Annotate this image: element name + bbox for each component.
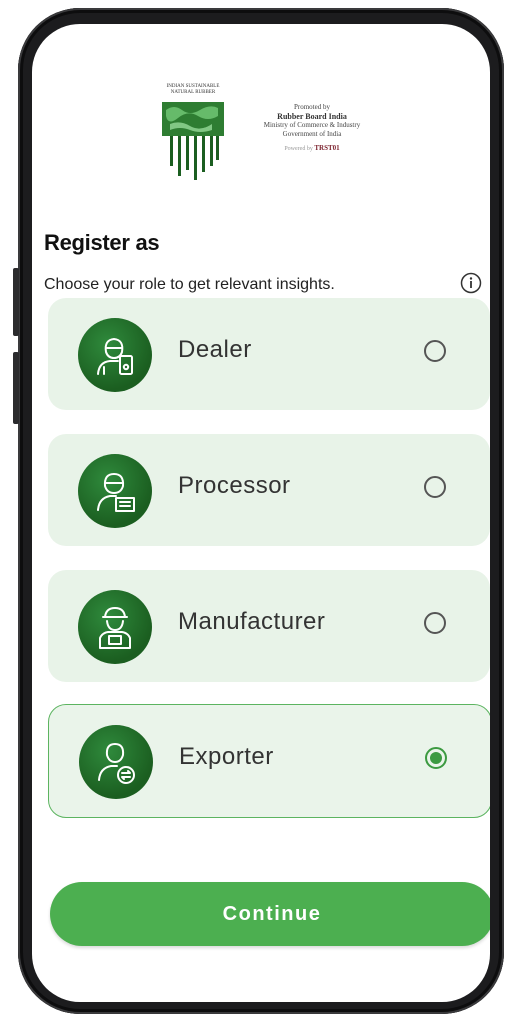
role-label: Manufacturer bbox=[178, 608, 326, 635]
promoter-block: Promoted by Rubber Board India Ministry … bbox=[232, 103, 392, 155]
volume-up-button bbox=[13, 268, 19, 336]
promo-line-1: Promoted by bbox=[294, 103, 330, 111]
powered-by: Powered by TRST01 bbox=[232, 142, 392, 155]
promo-line-3: Ministry of Commerce & Industry bbox=[263, 121, 361, 129]
manufacturer-icon bbox=[78, 590, 152, 664]
powered-by-prefix: Powered by bbox=[284, 146, 313, 152]
role-card-exporter[interactable]: Exporter bbox=[48, 704, 490, 818]
role-radio-exporter[interactable] bbox=[425, 747, 447, 769]
promo-line-2: Rubber Board India bbox=[277, 112, 347, 121]
dealer-icon bbox=[78, 318, 152, 392]
role-label: Processor bbox=[178, 472, 291, 499]
continue-button[interactable]: Continue bbox=[50, 882, 490, 946]
volume-down-button bbox=[13, 352, 19, 424]
app-screen: INDIAN SUSTAINABLE NATURAL RUBBER Promot… bbox=[32, 24, 490, 1002]
role-card-dealer[interactable]: Dealer bbox=[48, 298, 490, 410]
exporter-icon bbox=[79, 725, 153, 799]
processor-icon bbox=[78, 454, 152, 528]
page-title: Register as bbox=[44, 230, 160, 255]
role-label: Dealer bbox=[178, 336, 252, 363]
logo-line-2: NATURAL RUBBER bbox=[170, 90, 216, 95]
role-radio-manufacturer[interactable] bbox=[424, 612, 446, 634]
role-radio-dealer[interactable] bbox=[424, 340, 446, 362]
logo-text: INDIAN SUSTAINABLE NATURAL RUBBER bbox=[160, 84, 226, 96]
page-subtitle: Choose your role to get relevant insight… bbox=[44, 276, 335, 293]
role-label: Exporter bbox=[179, 743, 274, 770]
promo-line-4: Government of India bbox=[282, 130, 342, 138]
rubber-logo-icon bbox=[160, 82, 226, 180]
powered-by-brand: TRST01 bbox=[314, 144, 340, 152]
role-card-manufacturer[interactable]: Manufacturer bbox=[48, 570, 490, 682]
info-icon[interactable] bbox=[460, 272, 482, 294]
role-radio-processor[interactable] bbox=[424, 476, 446, 498]
role-card-processor[interactable]: Processor bbox=[48, 434, 490, 546]
